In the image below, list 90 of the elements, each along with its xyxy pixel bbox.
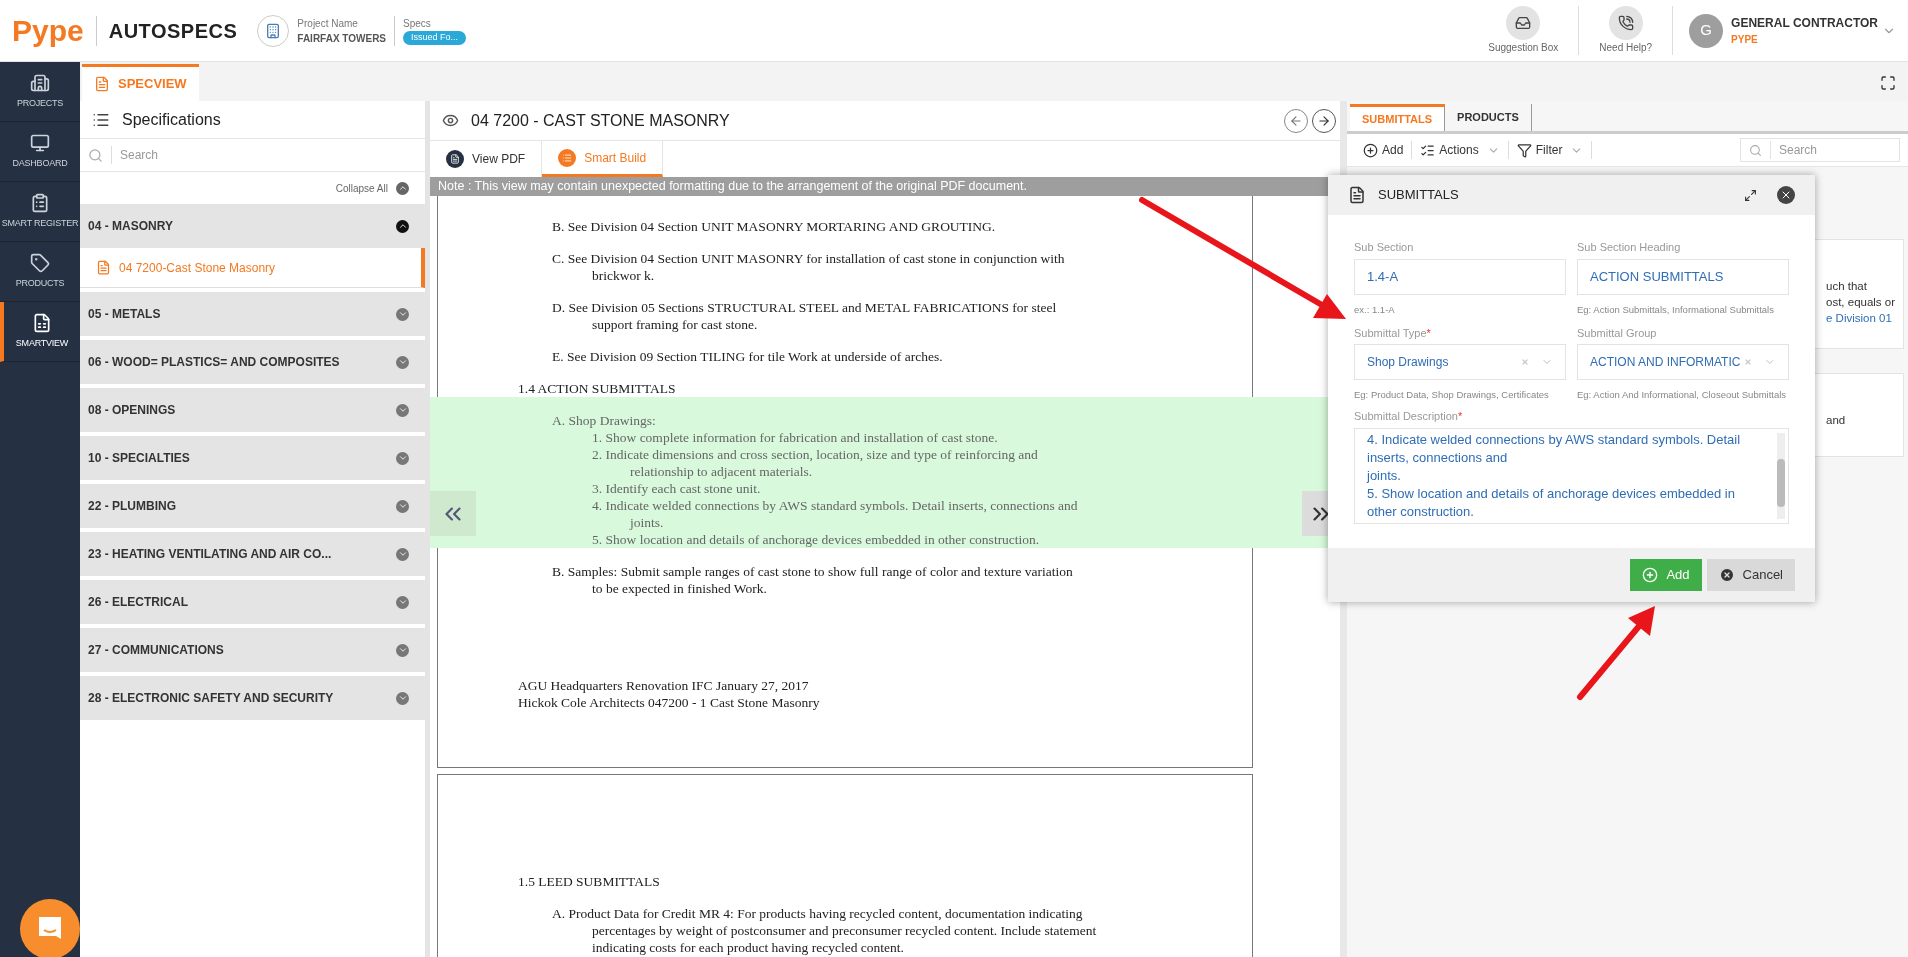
- user-role: GENERAL CONTRACTOR: [1731, 15, 1878, 32]
- chevron-down-icon[interactable]: [396, 691, 409, 705]
- search-icon: [1749, 143, 1762, 157]
- field-hint: Eg: Action Submittals, Informational Submittals: [1577, 302, 1775, 317]
- field-label: Sub Section Heading: [1577, 240, 1682, 255]
- field-label: Submittal Description*: [1354, 409, 1464, 424]
- filter-icon: [1516, 142, 1532, 158]
- spec-group[interactable]: 27 - COMMUNICATIONS: [80, 628, 425, 672]
- collapse-icon[interactable]: [396, 181, 409, 195]
- chevron-down-icon[interactable]: [396, 595, 409, 609]
- panel-tab[interactable]: PRODUCTS: [1445, 104, 1532, 131]
- spec-group[interactable]: 08 - OPENINGS: [80, 388, 425, 432]
- document-paragraph: B. Samples: Submit sample ranges of cast stone to show full range of color and texture variation to be expected in finished Work.: [551, 563, 1074, 597]
- list-icon: [558, 148, 577, 167]
- spec-group[interactable]: 28 - ELECTRONIC SAFETY AND SECURITY: [80, 676, 425, 720]
- search-icon: [88, 147, 103, 163]
- list-icon: [1420, 142, 1436, 158]
- spec-group[interactable]: 10 - SPECIALTIES: [80, 436, 425, 480]
- monitor-icon: [30, 132, 50, 153]
- toolbar-button[interactable]: Add: [1355, 141, 1413, 159]
- text-field[interactable]: 1.4-A: [1354, 258, 1566, 295]
- field-label: Submittal Type*: [1354, 325, 1432, 341]
- toolbar-button[interactable]: Actions: [1412, 141, 1509, 159]
- document-paragraph: B. See Division 04 Section UNIT MASONRY MORTARING AND GROUTING.: [551, 218, 997, 235]
- description-field[interactable]: 4. Indicate welded connections by AWS standard symbols. Detail inserts, connections and joints. 5. Show location and details of anchorage devices embedded in other construction.: [1354, 427, 1789, 524]
- panel-title: Specifications: [122, 109, 221, 130]
- card-text: e Division 01: [1826, 311, 1893, 326]
- document-icon: [1348, 186, 1366, 204]
- toolbar-button[interactable]: Filter: [1508, 141, 1593, 159]
- phone-icon[interactable]: [1608, 6, 1643, 40]
- chevron-down-icon[interactable]: [396, 451, 409, 465]
- chevron-up-icon[interactable]: [396, 219, 409, 233]
- specs-label: Specs: [403, 17, 432, 32]
- chevron-down-icon[interactable]: [396, 355, 409, 369]
- card-text: ost, equals or: [1826, 295, 1897, 310]
- chevron-down-icon[interactable]: [396, 547, 409, 561]
- nav-item[interactable]: SMARTVIEW: [0, 302, 80, 362]
- field-hint: ex.: 1.1-A: [1354, 302, 1396, 317]
- spec-group[interactable]: 23 - HEATING VENTILATING AND AIR CO...: [80, 532, 425, 576]
- project-label: Project Name: [297, 16, 359, 31]
- user-company: PYPE: [1731, 33, 1759, 47]
- field-hint: Eg: Action And Informational, Closeout Submittals: [1577, 388, 1788, 402]
- dialog-title: SUBMITTALS: [1378, 186, 1459, 205]
- chevron-down-icon[interactable]: [396, 307, 409, 321]
- expand-icon[interactable]: [1744, 188, 1757, 202]
- document-paragraph: 1.5 LEED SUBMITTALS: [517, 873, 661, 890]
- chevron-down-icon[interactable]: [396, 403, 409, 417]
- fullscreen-icon[interactable]: [1880, 75, 1896, 91]
- document-paragraph: 1.4 ACTION SUBMITTALS: [517, 380, 677, 397]
- app-name: AUTOSPECS: [108, 18, 238, 44]
- spec-group[interactable]: 04 - MASONRY: [80, 204, 425, 248]
- document-icon: [94, 76, 110, 92]
- building-icon: [30, 72, 50, 93]
- spec-group[interactable]: 06 - WOOD= PLASTICS= AND COMPOSITES: [80, 340, 425, 384]
- pdf-icon: [446, 150, 464, 168]
- inbox-icon[interactable]: [1506, 6, 1541, 40]
- spreadsheet-icon: [32, 312, 52, 333]
- field-label: Sub Section: [1354, 240, 1415, 255]
- field-hint: Eg: Product Data, Shop Drawings, Certificates: [1354, 388, 1550, 402]
- plus-icon: [1642, 566, 1659, 583]
- chevron-down-icon[interactable]: [396, 499, 409, 513]
- chevron-down-icon[interactable]: [396, 643, 409, 657]
- spec-group[interactable]: 26 - ELECTRICAL: [80, 580, 425, 624]
- previous-page-button[interactable]: [430, 491, 476, 536]
- action-label[interactable]: Need Help?: [1599, 40, 1653, 55]
- logo: Pype: [12, 15, 97, 46]
- document-paragraph: E. See Division 09 Section TILING for tile Work at underside of arches.: [551, 348, 944, 365]
- collapse-all-link[interactable]: Collapse All: [335, 180, 388, 196]
- section-title: 04 7200 - CAST STONE MASONRY: [471, 110, 730, 131]
- card-text: uch that: [1826, 279, 1868, 294]
- document-paragraph: C. See Division 04 Section UNIT MASONRY for installation of cast stone in conjunction with brickwor k.: [551, 250, 1066, 284]
- project-name: FAIRFAX TOWERS: [297, 31, 387, 46]
- text-field[interactable]: ACTION SUBMITTALS: [1577, 258, 1789, 295]
- document-paragraph: D. See Division 05 Sections STRUCTURAL STEEL and METAL FABRICATIONS for steel support framing for cast stone.: [551, 299, 1058, 333]
- document-paragraph: A. Product Data for Credit MR 4: For products having recycled content, documentation indicating percentages by weight of postconsumer and preconsumer recycled content. Include statement indicating costs for each product having recycled content.: [551, 905, 1098, 956]
- spec-group[interactable]: 22 - PLUMBING: [80, 484, 425, 528]
- close-icon: [1718, 566, 1735, 583]
- card-text: and: [1826, 413, 1847, 428]
- close-icon: [1780, 189, 1792, 201]
- document-paragraph: AGU Headquarters Renovation IFC January 27, 2017 Hickok Cole Architects 047200 - 1 Cast Stone Masonry: [517, 677, 821, 711]
- field-label: Submittal Group: [1577, 325, 1658, 341]
- clipboard-icon: [30, 192, 50, 213]
- tag-icon: [30, 252, 50, 273]
- spec-group[interactable]: 05 - METALS: [80, 292, 425, 336]
- close-button[interactable]: [1777, 186, 1795, 204]
- action-label[interactable]: Suggestion Box: [1488, 40, 1559, 55]
- cancel-button[interactable]: Cancel: [1706, 558, 1795, 591]
- plus-icon: [1363, 142, 1378, 158]
- eye-icon: [442, 112, 459, 129]
- document-icon: [96, 260, 111, 275]
